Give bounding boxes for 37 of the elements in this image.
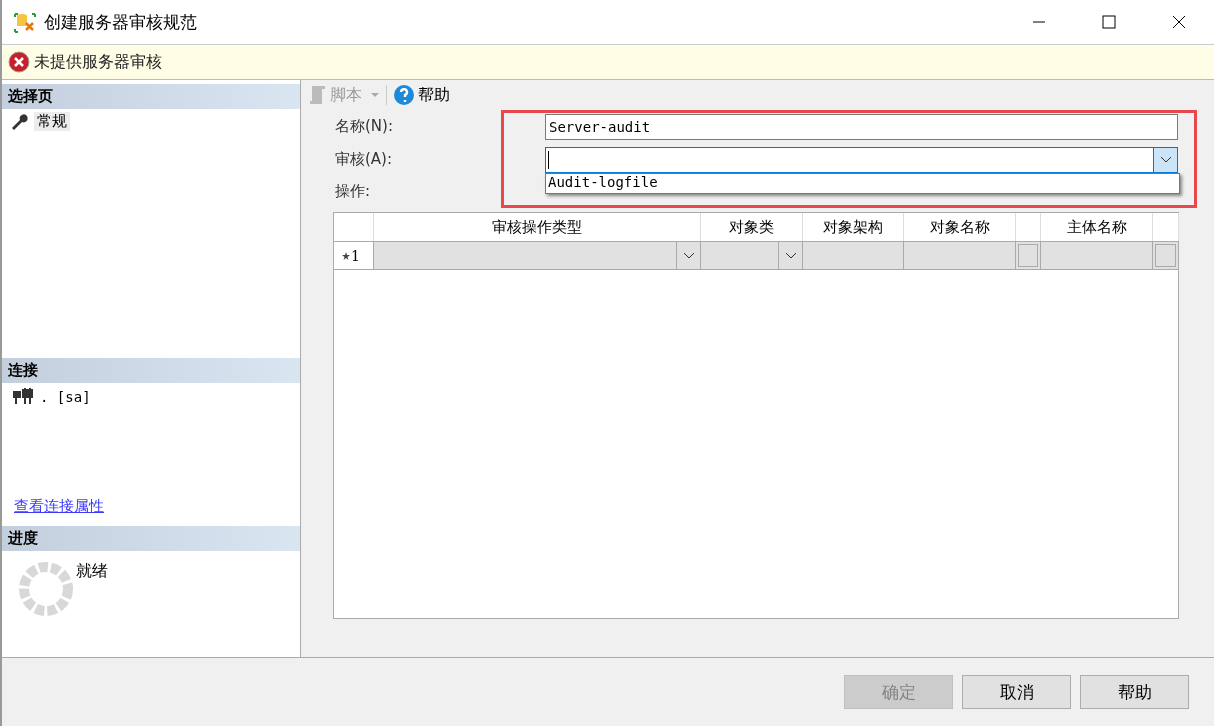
- section-header: 连接: [2, 358, 300, 383]
- progress-status: 就绪: [76, 561, 108, 582]
- window-title: 创建服务器审核规范: [44, 10, 198, 34]
- chevron-down-icon: [784, 251, 797, 260]
- script-icon: [307, 84, 327, 106]
- help-icon: [393, 84, 415, 106]
- close-icon: [1172, 15, 1186, 29]
- error-message: 未提供服务器审核: [34, 51, 162, 73]
- chevron-down-icon: [1159, 155, 1172, 164]
- maximize-icon: [1102, 15, 1116, 29]
- wrench-icon: [10, 112, 28, 130]
- grid-cell[interactable]: [904, 241, 1016, 270]
- grid-cell[interactable]: [1041, 241, 1153, 270]
- section-header: 选择页: [2, 84, 300, 109]
- name-input[interactable]: Server-audit: [545, 113, 1178, 140]
- database-wrench-icon: [14, 11, 36, 33]
- grid-cell[interactable]: [1016, 241, 1041, 270]
- error-icon: [8, 51, 30, 73]
- grid-cell[interactable]: [1153, 241, 1179, 270]
- grid-cell[interactable]: [803, 241, 904, 270]
- help-button[interactable]: 帮助: [391, 84, 452, 106]
- plug-icon: [12, 388, 34, 406]
- grid-cell[interactable]: [374, 241, 701, 270]
- grid-cell[interactable]: [701, 241, 803, 270]
- dropdown-option[interactable]: Audit-logfile: [546, 173, 1179, 193]
- chevron-down-icon: [682, 251, 695, 260]
- row-number: 1: [351, 247, 360, 264]
- spinner-icon: [18, 561, 74, 617]
- field-label: 名称(N):: [335, 117, 394, 136]
- server-login-text: . [sa]: [40, 389, 91, 405]
- field-label: 审核(A):: [335, 150, 394, 169]
- page-item[interactable]: 常规: [34, 111, 70, 131]
- field-label: 操作:: [335, 182, 371, 201]
- connection-properties-link[interactable]: 查看连接属性: [14, 497, 104, 516]
- dialog-button[interactable]: 帮助: [1080, 675, 1189, 709]
- dialog-button[interactable]: 取消: [962, 675, 1071, 709]
- section-header: 进度: [2, 526, 300, 551]
